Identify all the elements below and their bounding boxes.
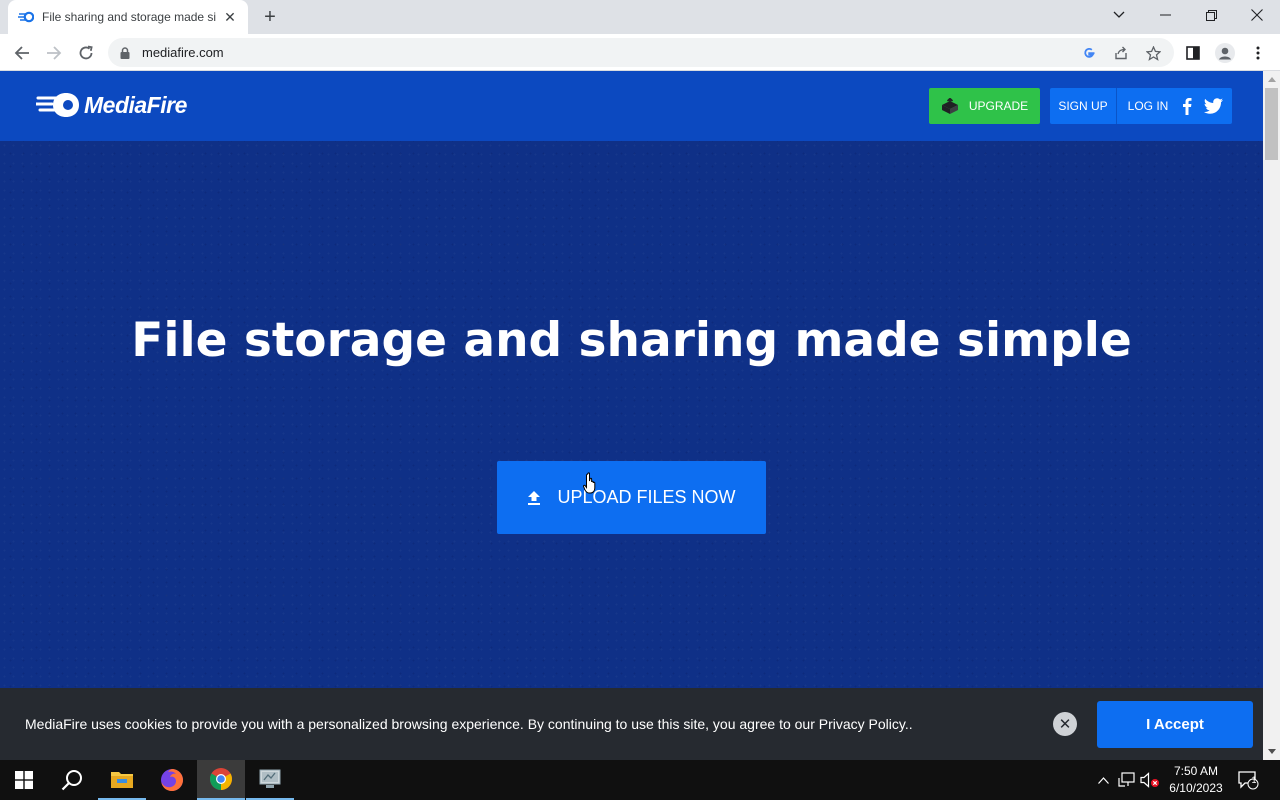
upgrade-box-icon <box>941 98 959 114</box>
volume-muted-icon[interactable] <box>1140 760 1160 800</box>
twitter-icon[interactable] <box>1203 97 1223 115</box>
page-scrollbar[interactable] <box>1263 71 1280 760</box>
log-in-button[interactable]: LOG IN <box>1122 88 1174 124</box>
remote-desktop-icon[interactable] <box>246 760 294 800</box>
scroll-down-arrow-icon[interactable] <box>1263 743 1280 760</box>
close-window-icon[interactable] <box>1234 0 1280 30</box>
cookie-banner: MediaFire uses cookies to provide you wi… <box>0 688 1263 760</box>
network-icon[interactable] <box>1117 760 1137 800</box>
site-header: MediaFire UPGRADE SIGN UP LOG IN <box>0 71 1263 141</box>
mediafire-logo[interactable]: MediaFire <box>36 91 187 119</box>
mediafire-favicon-icon <box>18 9 34 25</box>
back-arrow-icon[interactable] <box>8 39 36 67</box>
google-translate-icon[interactable] <box>1080 44 1098 62</box>
clock-time: 7:50 AM <box>1173 764 1219 778</box>
windows-taskbar: 7:50 AM 6/10/2023 1 <box>0 760 1280 800</box>
start-icon[interactable] <box>0 760 48 800</box>
browser-toolbar: mediafire.com <box>0 34 1280 71</box>
clock-date: 6/10/2023 <box>1169 781 1223 795</box>
restore-icon[interactable] <box>1188 0 1234 30</box>
notification-count: 1 <box>1251 775 1257 785</box>
accept-cookies-button[interactable]: I Accept <box>1097 701 1253 748</box>
hero-title: File storage and sharing made simple <box>131 313 1132 368</box>
upgrade-button[interactable]: UPGRADE <box>929 88 1040 124</box>
minimize-icon[interactable] <box>1142 0 1188 30</box>
url-text: mediafire.com <box>142 45 224 60</box>
side-panel-icon[interactable] <box>1182 42 1204 64</box>
facebook-icon[interactable] <box>1178 97 1196 115</box>
taskbar-clock[interactable]: 7:50 AM 6/10/2023 <box>1164 763 1228 797</box>
sign-up-button[interactable]: SIGN UP <box>1050 88 1117 124</box>
scroll-up-arrow-icon[interactable] <box>1263 71 1280 88</box>
file-explorer-icon[interactable] <box>98 760 146 800</box>
new-tab-icon[interactable]: + <box>258 6 282 28</box>
forward-arrow-icon[interactable] <box>40 39 68 67</box>
tab-close-icon[interactable]: ✕ <box>222 9 238 25</box>
logo-text: MediaFire <box>84 91 187 118</box>
upload-files-button[interactable]: UPLOAD FILES NOW <box>497 461 766 534</box>
search-icon[interactable] <box>48 760 96 800</box>
upgrade-label: UPGRADE <box>968 99 1029 113</box>
mediafire-page: MediaFire UPGRADE SIGN UP LOG IN File st… <box>0 71 1263 760</box>
tray-overflow-chevron-icon[interactable] <box>1094 760 1112 800</box>
address-bar[interactable]: mediafire.com <box>108 38 1174 67</box>
hero-section: File storage and sharing made simple UPL… <box>0 141 1263 760</box>
mediafire-flame-icon <box>36 91 80 119</box>
firefox-icon[interactable] <box>148 760 196 800</box>
bookmark-star-icon[interactable] <box>1144 44 1162 62</box>
chrome-icon[interactable] <box>197 760 245 800</box>
upload-arrow-icon <box>527 490 541 505</box>
cookie-message: MediaFire uses cookies to provide you wi… <box>25 716 913 732</box>
reload-icon[interactable] <box>72 39 100 67</box>
scroll-thumb[interactable] <box>1265 88 1278 160</box>
tab-title: File sharing and storage made si <box>42 10 216 24</box>
tab-search-icon[interactable] <box>1096 0 1142 30</box>
lock-icon <box>120 46 130 64</box>
hand-cursor-icon <box>583 472 599 499</box>
auth-box: SIGN UP LOG IN <box>1050 88 1232 124</box>
cookie-close-icon[interactable]: ✕ <box>1053 712 1077 736</box>
profile-avatar-icon[interactable] <box>1214 42 1236 64</box>
browser-tabstrip: File sharing and storage made si ✕ + <box>0 0 1280 34</box>
chrome-menu-icon[interactable] <box>1247 42 1269 64</box>
action-center-icon[interactable]: 1 <box>1236 760 1260 800</box>
share-icon[interactable] <box>1112 44 1130 62</box>
browser-tab[interactable]: File sharing and storage made si ✕ <box>8 0 248 34</box>
